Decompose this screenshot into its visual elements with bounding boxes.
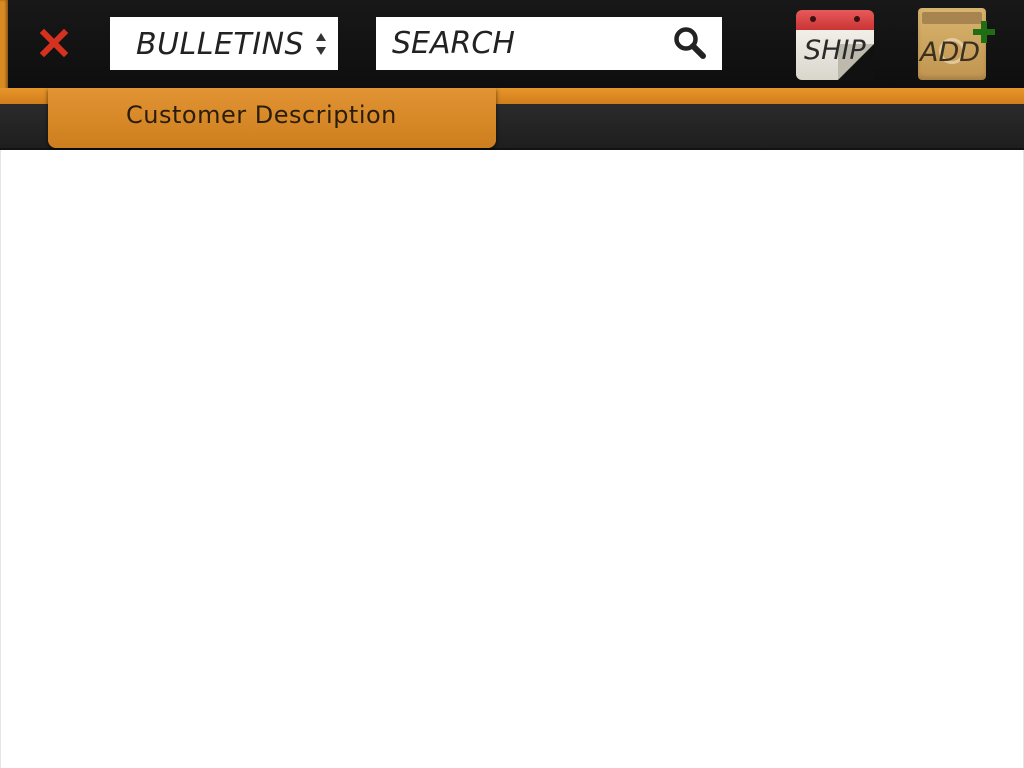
magnifier-icon[interactable] xyxy=(672,25,708,61)
top-toolbar: BULLETINS SHIP xyxy=(0,0,1024,90)
content-area xyxy=(0,150,1024,768)
ship-button[interactable]: SHIP xyxy=(796,10,874,80)
ship-button-label: SHIP xyxy=(804,35,866,66)
toolbar-left-accent xyxy=(0,0,8,90)
category-select[interactable]: BULLETINS xyxy=(110,17,338,70)
app-window: BULLETINS SHIP xyxy=(0,0,1024,768)
close-x-icon xyxy=(39,28,69,58)
search-box xyxy=(376,17,722,70)
search-input[interactable] xyxy=(392,23,662,63)
tab-label: Customer Description xyxy=(126,101,397,129)
tab-customer-description[interactable]: Customer Description xyxy=(48,88,496,148)
close-button[interactable] xyxy=(34,23,74,63)
calendar-icon xyxy=(796,10,874,30)
sort-arrows-icon xyxy=(316,33,326,55)
add-button[interactable]: ADD xyxy=(918,8,1000,82)
plus-icon xyxy=(973,21,995,43)
category-select-value: BULLETINS xyxy=(136,27,305,62)
